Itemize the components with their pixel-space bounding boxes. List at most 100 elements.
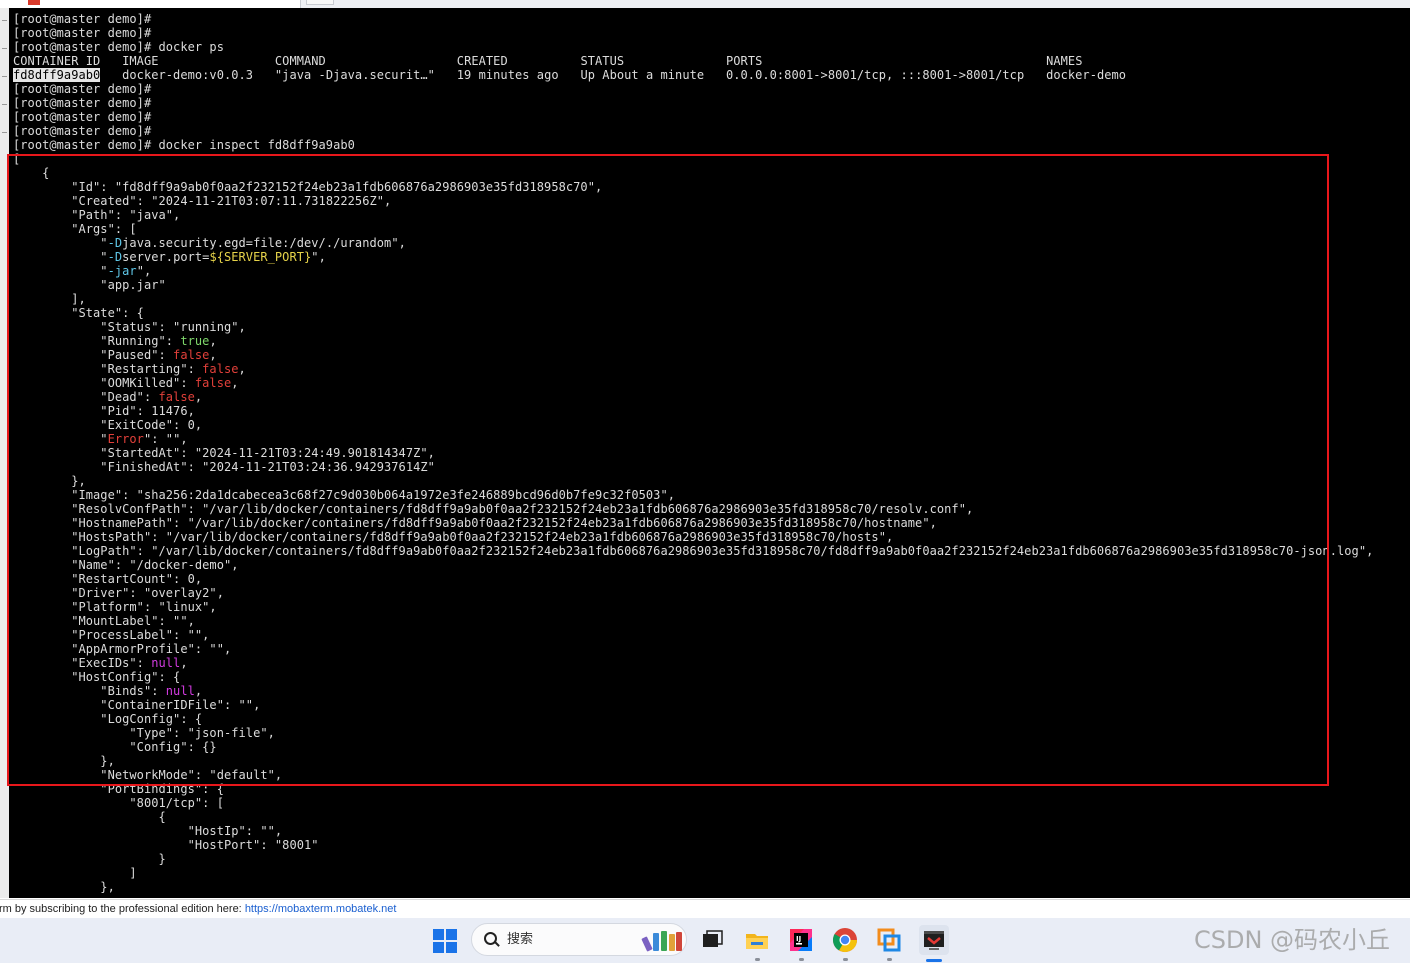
json-line: "Error": "", bbox=[13, 432, 188, 446]
startedat-value: 2024-11-21T03:24:49.901814347Z bbox=[202, 446, 421, 460]
pid-value: 11476 bbox=[151, 404, 188, 418]
json-line: [ bbox=[13, 152, 21, 166]
json-line: "Status": "running", bbox=[13, 320, 246, 334]
created-value: 2024-11-21T03:07:11.731822256Z bbox=[158, 194, 377, 208]
ps-data-row: fd8dff9a9ab0 docker-demo:v0.0.3 "java -D… bbox=[13, 68, 1373, 82]
json-line: "8001/tcp": [ bbox=[13, 796, 224, 810]
running-indicator bbox=[843, 958, 848, 961]
name-value: /docker-demo bbox=[136, 558, 224, 572]
error-key: Error bbox=[107, 432, 144, 446]
ps-cell: Up About a minute bbox=[580, 68, 705, 82]
json-line: "Args": [ bbox=[13, 222, 137, 236]
terminal-line: [root@master demo]# bbox=[13, 124, 1373, 138]
ps-header: NAMES bbox=[1046, 54, 1083, 68]
hostport-value: 8001 bbox=[282, 838, 312, 852]
json-line: ], bbox=[13, 292, 86, 306]
prompt: [root@master demo]# bbox=[13, 124, 152, 138]
json-line: "StartedAt": "2024-11-21T03:24:49.901814… bbox=[13, 446, 435, 460]
platform-value: linux bbox=[165, 600, 203, 614]
arg-flag: -jar bbox=[107, 264, 137, 278]
status-message: rm by subscribing to the professional ed… bbox=[0, 903, 242, 915]
arg-value: app.jar bbox=[107, 278, 159, 292]
json-line: "-Dserver.port=${SERVER_PORT}", bbox=[13, 250, 326, 264]
json-line: "ContainerIDFile": "", bbox=[13, 698, 261, 712]
ps-header-row: CONTAINER ID IMAGE COMMAND CREATED STATU… bbox=[13, 54, 1373, 68]
tab-new[interactable] bbox=[306, 0, 334, 5]
app-tab-icon bbox=[28, 0, 40, 5]
hostspath-value: /var/lib/docker/containers/fd8dff9a9ab0f… bbox=[173, 530, 879, 544]
terminal-output: [root@master demo]# [root@master demo]# … bbox=[13, 12, 1373, 894]
logpath-value: /var/lib/docker/containers/fd8dff9a9ab0f… bbox=[158, 544, 1359, 558]
status-link[interactable]: https://mobaxterm.mobatek.net bbox=[245, 903, 397, 915]
hostnamepath-value: /var/lib/docker/containers/fd8dff9a9ab0f… bbox=[194, 516, 923, 530]
mobaxterm-icon[interactable] bbox=[919, 925, 949, 955]
ps-cell: docker-demo bbox=[1046, 68, 1127, 82]
task-view-icon[interactable] bbox=[698, 925, 728, 955]
terminal-line: [root@master demo]# bbox=[13, 26, 1373, 40]
json-line: "HostConfig": { bbox=[13, 670, 181, 684]
terminal-window[interactable]: [root@master demo]# [root@master demo]# … bbox=[9, 8, 1410, 898]
json-line: "LogPath": "/var/lib/docker/containers/f… bbox=[13, 544, 1374, 558]
restarting-value: false bbox=[202, 362, 239, 376]
status-value: running bbox=[180, 320, 232, 334]
prompt: [root@master demo]# bbox=[13, 82, 152, 96]
exitcode-value: 0 bbox=[187, 418, 195, 432]
json-line: "ProcessLabel": "", bbox=[13, 628, 210, 642]
terminal-line: [root@master demo]# docker inspect fd8df… bbox=[13, 138, 1373, 152]
arg-flag: -D bbox=[107, 250, 123, 264]
json-line: }, bbox=[13, 754, 115, 768]
json-line: "ResolvConfPath": "/var/lib/docker/conta… bbox=[13, 502, 974, 516]
json-line: "-Djava.security.egd=file:/dev/./urandom… bbox=[13, 236, 406, 250]
prompt: [root@master demo]# bbox=[13, 12, 152, 26]
windows-start-icon[interactable] bbox=[433, 929, 457, 953]
chrome-icon[interactable] bbox=[830, 925, 860, 955]
terminal-line: [root@master demo]# bbox=[13, 82, 1373, 96]
json-line: "LogConfig": { bbox=[13, 712, 203, 726]
resolvconfpath-value: /var/lib/docker/containers/fd8dff9a9ab0f… bbox=[209, 502, 959, 516]
networkmode-value: default bbox=[216, 768, 268, 782]
tab-strip bbox=[0, 0, 1410, 8]
json-line: "State": { bbox=[13, 306, 144, 320]
prompt: [root@master demo]# bbox=[13, 110, 152, 124]
ps-cell: 0.0.0.0:8001->8001/tcp, :::8001->8001/tc… bbox=[725, 68, 1025, 82]
ps-header: CREATED bbox=[456, 54, 508, 68]
file-explorer-icon[interactable] bbox=[742, 925, 772, 955]
json-line: "Image": "sha256:2da1dcabecea3c68f27c9d0… bbox=[13, 488, 676, 502]
finishedat-value: 2024-11-21T03:24:36.942937614Z bbox=[209, 460, 428, 474]
json-line: "FinishedAt": "2024-11-21T03:24:36.94293… bbox=[13, 460, 435, 474]
ps-cell: "java -Djava.securit…" bbox=[274, 68, 435, 82]
json-line: "HostPort": "8001" bbox=[13, 838, 319, 852]
ps-header: STATUS bbox=[580, 54, 625, 68]
running-indicator bbox=[799, 958, 804, 961]
command-docker-ps: [root@master demo]# docker ps bbox=[13, 40, 224, 54]
ps-header: CONTAINER ID bbox=[13, 54, 101, 68]
sidebar-tick bbox=[2, 20, 7, 21]
taskbar-search[interactable]: 搜索 bbox=[471, 923, 687, 956]
json-line: "Id": "fd8dff9a9ab0f0aa2f232152f24eb23a1… bbox=[13, 180, 603, 194]
id-value: fd8dff9a9ab0f0aa2f232152f24eb23a1fdb6068… bbox=[122, 180, 588, 194]
json-line: { bbox=[13, 166, 50, 180]
running-indicator bbox=[755, 958, 760, 961]
json-line: }, bbox=[13, 474, 86, 488]
sidebar-tick bbox=[2, 76, 7, 77]
active-app-indicator bbox=[926, 959, 942, 962]
json-line: "Driver": "overlay2", bbox=[13, 586, 224, 600]
json-line: "ExecIDs": null, bbox=[13, 656, 188, 670]
container-id-selected[interactable]: fd8dff9a9ab0 bbox=[13, 68, 101, 82]
execids-value: null bbox=[151, 656, 181, 670]
json-line: "Pid": 11476, bbox=[13, 404, 195, 418]
terminal-line: [root@master demo]# bbox=[13, 110, 1373, 124]
tab-session[interactable] bbox=[0, 0, 301, 8]
json-line: "MountLabel": "", bbox=[13, 614, 195, 628]
json-line: "RestartCount": 0, bbox=[13, 572, 203, 586]
search-input[interactable]: 搜索 bbox=[507, 924, 533, 955]
dead-value: false bbox=[158, 390, 195, 404]
arg-value: server.port= bbox=[122, 250, 210, 264]
json-line: "-jar", bbox=[13, 264, 152, 278]
intellij-idea-icon[interactable]: IJ bbox=[786, 925, 816, 955]
ps-cell: docker-demo:v0.0.3 bbox=[122, 68, 254, 82]
json-line: "Created": "2024-11-21T03:07:11.73182225… bbox=[13, 194, 392, 208]
status-bar: rm by subscribing to the professional ed… bbox=[0, 899, 1410, 918]
vmware-icon[interactable] bbox=[874, 925, 904, 955]
driver-value: overlay2 bbox=[151, 586, 210, 600]
